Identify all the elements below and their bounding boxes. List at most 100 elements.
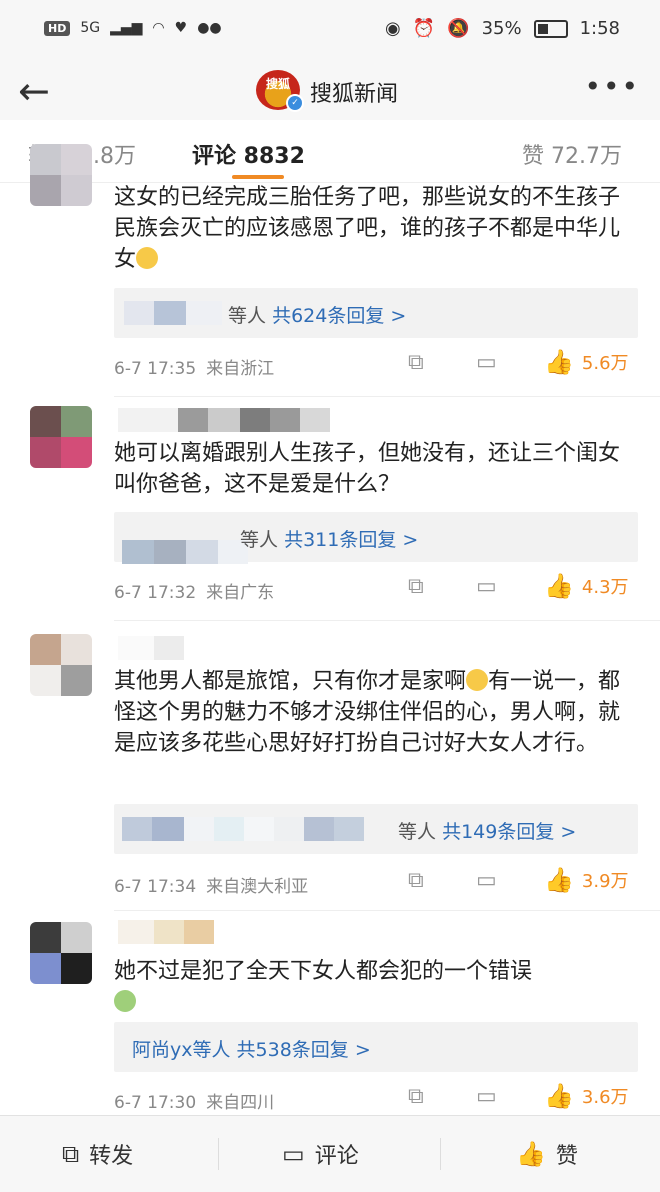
logo-text: 搜狐 <box>265 77 290 91</box>
back-arrow-icon[interactable]: ← <box>18 72 50 110</box>
comment-location: 来自澳大利亚 <box>206 877 309 897</box>
reply-count-link[interactable]: 共624条回复 > <box>272 305 406 327</box>
comment-location: 来自浙江 <box>206 359 275 379</box>
comment-text: 其他男人都是旅馆，只有你才是家啊 有一说一，都怪这个男的魅力不够才没绑住伴侣的心，… <box>114 669 621 756</box>
share-icon[interactable]: ⧉ <box>408 350 424 375</box>
divider <box>114 396 660 397</box>
emoji-icon <box>136 247 159 269</box>
blurred-username[interactable] <box>118 408 330 432</box>
bottom-action-bar: ⧉ 转发 ▭ 评论 👍 赞 <box>0 1115 660 1192</box>
comment-icon[interactable]: ▭ <box>476 868 497 893</box>
hd-badge: HD <box>44 20 71 36</box>
comment-text: 这女的已经完成三胎任务了吧，那些说女的不生孩子民族会灭亡的应该感恩了吧，谁的孩子… <box>114 185 621 272</box>
blurred-usernames <box>122 540 248 564</box>
comment-time: 6-7 17:32 <box>114 583 197 603</box>
emoji-icon <box>466 669 489 691</box>
reply-box[interactable]: 等人 共149条回复 > <box>114 804 638 854</box>
like-button[interactable]: 👍 3.6万 <box>544 1082 629 1110</box>
wechat-icon: ●● <box>197 20 222 36</box>
comment-time: 6-7 17:34 <box>114 877 197 897</box>
comment-time: 6-7 17:30 <box>114 1093 197 1113</box>
like-button[interactable]: 👍 4.3万 <box>544 572 629 600</box>
repost-button[interactable]: ⧉ 转发 <box>62 1138 133 1170</box>
like-count: 4.3万 <box>581 577 629 598</box>
repost-label: 转发 <box>89 1144 134 1169</box>
more-dots-icon[interactable]: ••• <box>584 70 640 103</box>
reply-count-link[interactable]: 共538条回复 > <box>237 1039 371 1061</box>
emoji-icon <box>114 990 136 1012</box>
page-title[interactable]: 搜狐新闻 <box>310 76 398 108</box>
like-count: 5.6万 <box>581 353 629 374</box>
thumbs-up-icon: 👍 <box>544 1082 574 1110</box>
tab-comments[interactable]: 评论 8832 <box>192 138 305 170</box>
comment-text: 她可以离婚跟别人生孩子，但她没有，还让三个闺女叫你爸爸，这不是爱是什么？ <box>114 441 621 497</box>
comment-icon: ▭ <box>282 1140 305 1168</box>
comment-meta: 6-7 17:34 来自澳大利亚 <box>114 872 308 897</box>
blurred-username[interactable] <box>118 636 184 660</box>
divider <box>218 1138 219 1170</box>
thumbs-up-icon: 👍 <box>544 866 574 894</box>
comment-icon[interactable]: ▭ <box>476 574 497 599</box>
share-icon: ⧉ <box>62 1140 80 1168</box>
signal-icon: ▂▄▆ <box>110 20 143 36</box>
share-icon[interactable]: ⧉ <box>408 1084 424 1109</box>
blurred-usernames <box>124 301 222 325</box>
tab-active-indicator <box>232 175 284 179</box>
like-count: 3.9万 <box>581 871 629 892</box>
blurred-username[interactable] <box>118 920 214 944</box>
clock: 1:58 <box>579 18 620 39</box>
status-bar: HD 5G ▂▄▆ ◠ ♥ ●● ◉ ⏰ 🔕 35% 1:58 <box>0 0 660 62</box>
divider <box>440 1138 441 1170</box>
reply-users: 等人 <box>240 529 279 551</box>
comment-icon[interactable]: ▭ <box>476 1084 497 1109</box>
like-button[interactable]: 👍 3.9万 <box>544 866 629 894</box>
battery-icon <box>533 19 568 38</box>
share-icon[interactable]: ⧉ <box>408 574 424 599</box>
comment-meta: 6-7 17:30 来自四川 <box>114 1088 274 1113</box>
reply-count-link[interactable]: 共149条回复 > <box>442 821 576 843</box>
avatar[interactable] <box>30 634 92 696</box>
comment-button[interactable]: ▭ 评论 <box>282 1138 359 1170</box>
comment-text: 她不过是犯了全天下女人都会犯的一个错误 <box>114 956 640 1018</box>
reply-users[interactable]: 阿尚yx等人 <box>132 1039 231 1061</box>
mute-icon: 🔕 <box>447 18 470 39</box>
like-count: 3.6万 <box>581 1087 629 1108</box>
sohu-logo[interactable]: 搜狐 ✓ <box>256 70 304 112</box>
reply-box[interactable]: 阿尚yx等人 共538条回复 > <box>114 1022 638 1072</box>
thumbs-up-icon: 👍 <box>516 1140 546 1168</box>
comment-time: 6-7 17:35 <box>114 359 197 379</box>
comment-location: 来自四川 <box>206 1093 275 1113</box>
comment-location: 来自广东 <box>206 583 275 603</box>
reply-users: 等人 <box>398 821 437 843</box>
avatar[interactable] <box>30 922 92 984</box>
comment-meta: 6-7 17:32 来自广东 <box>114 578 274 603</box>
comment-icon[interactable]: ▭ <box>476 350 497 375</box>
battery-percent: 35% <box>481 18 522 39</box>
reply-count-link[interactable]: 共311条回复 > <box>284 529 418 551</box>
divider <box>114 620 660 621</box>
avatar[interactable] <box>30 406 92 468</box>
eye-icon: ◉ <box>385 18 401 39</box>
comment-meta: 6-7 17:35 来自浙江 <box>114 354 274 379</box>
comment-label: 评论 <box>314 1144 359 1169</box>
avatar[interactable] <box>30 144 92 206</box>
reply-box[interactable]: 等人 共624条回复 > <box>114 288 638 338</box>
wifi-icon: ◠ <box>152 20 165 36</box>
like-label: 赞 <box>555 1144 578 1169</box>
network-indicator: 5G <box>80 20 101 36</box>
like-button[interactable]: 👍 5.6万 <box>544 348 629 376</box>
share-icon[interactable]: ⧉ <box>408 868 424 893</box>
thumbs-up-icon: 👍 <box>544 572 574 600</box>
verified-icon: ✓ <box>286 94 304 112</box>
blurred-usernames <box>122 817 364 841</box>
alarm-icon: ⏰ <box>412 18 436 39</box>
reply-users: 等人 <box>228 305 267 327</box>
heart-icon: ♥ <box>174 20 188 36</box>
tab-likes[interactable]: 赞 72.7万 <box>522 138 622 170</box>
tabs: 转发 1.8万 评论 8832 赞 72.7万 <box>0 120 660 183</box>
divider <box>114 910 660 911</box>
nav-bar: ← 搜狐 ✓ 搜狐新闻 ••• <box>0 62 660 120</box>
thumbs-up-icon: 👍 <box>544 348 574 376</box>
reply-box[interactable]: 等人 共311条回复 > <box>114 512 638 564</box>
like-button[interactable]: 👍 赞 <box>516 1138 578 1170</box>
